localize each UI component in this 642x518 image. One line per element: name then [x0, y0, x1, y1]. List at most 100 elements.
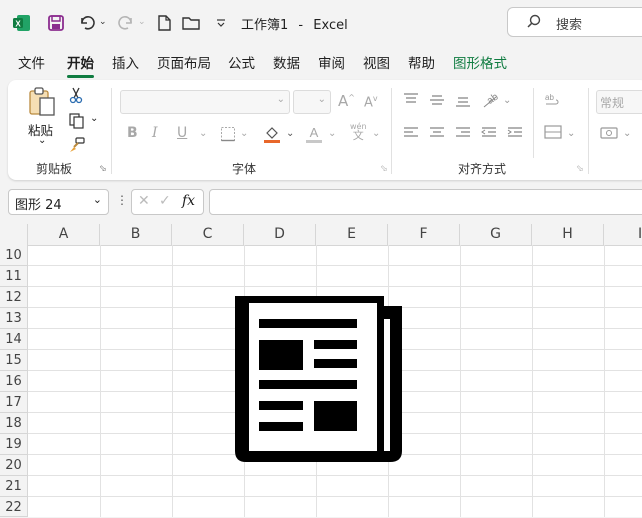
align-middle-icon[interactable]	[429, 94, 445, 112]
phonetic-dropdown-icon[interactable]: ⌄	[372, 128, 380, 139]
alignment-launcher-icon[interactable]: ⬂	[576, 164, 584, 174]
font-color-dropdown-icon[interactable]: ⌄	[328, 128, 336, 139]
open-folder-icon[interactable]	[180, 12, 202, 34]
paste-dropdown-icon[interactable]: ⌄	[38, 135, 46, 146]
row-header-20[interactable]: 20	[0, 455, 28, 476]
row-header-17[interactable]: 17	[0, 392, 28, 413]
menu-help[interactable]: 帮助	[408, 54, 435, 74]
column-header-i[interactable]: I	[604, 224, 642, 245]
row-header-21[interactable]: 21	[0, 476, 28, 497]
currency-dropdown-icon[interactable]: ⌄	[623, 128, 631, 139]
row-header-10[interactable]: 10	[0, 245, 28, 266]
bold-icon[interactable]: B	[127, 125, 138, 141]
row-header-13[interactable]: 13	[0, 308, 28, 329]
menu-view[interactable]: 视图	[363, 54, 390, 74]
decrease-indent-icon[interactable]	[481, 126, 497, 144]
align-top-icon[interactable]	[403, 92, 419, 110]
increase-indent-icon[interactable]	[507, 126, 523, 144]
redo-icon	[115, 12, 137, 34]
undo-icon[interactable]	[76, 12, 98, 34]
increase-font-icon[interactable]: A^	[338, 92, 355, 110]
customize-toolbar-icon[interactable]	[210, 12, 232, 34]
align-right-icon[interactable]	[455, 126, 471, 144]
cut-icon[interactable]	[68, 86, 84, 108]
italic-icon[interactable]: I	[152, 125, 158, 141]
row-header-18[interactable]: 18	[0, 413, 28, 434]
copy-dropdown-icon[interactable]: ⌄	[90, 113, 98, 124]
number-format-value: 常规	[600, 96, 625, 110]
decrease-font-icon[interactable]: Av	[364, 94, 378, 110]
search-box[interactable]: 搜索	[507, 7, 642, 37]
font-launcher-icon[interactable]: ⬂	[380, 164, 388, 174]
new-file-icon[interactable]	[153, 12, 175, 34]
chevron-down-icon: ⌄	[317, 94, 326, 105]
underline-dropdown-icon[interactable]: ⌄	[199, 128, 207, 139]
menu-insert[interactable]: 插入	[112, 54, 139, 74]
merge-dropdown-icon[interactable]: ⌄	[567, 128, 575, 139]
paste-icon[interactable]	[26, 86, 58, 122]
redo-dropdown-icon: ⌄	[138, 17, 146, 27]
menu-review[interactable]: 审阅	[318, 54, 345, 74]
column-header-h[interactable]: H	[532, 224, 604, 245]
fill-color-dropdown-icon[interactable]: ⌄	[286, 128, 294, 139]
orientation-dropdown-icon[interactable]: ⌄	[503, 95, 511, 106]
copy-icon[interactable]	[68, 111, 86, 133]
align-left-icon[interactable]	[403, 126, 419, 144]
enter-icon[interactable]: ✓	[159, 193, 171, 209]
column-header-b[interactable]: B	[100, 224, 172, 245]
border-dropdown-icon[interactable]: ⌄	[240, 128, 248, 139]
cancel-icon[interactable]: ✕	[138, 193, 150, 209]
format-painter-icon[interactable]	[68, 136, 86, 158]
formula-input[interactable]	[209, 189, 642, 215]
row-header-22[interactable]: 22	[0, 497, 28, 517]
insert-function-button[interactable]: fx	[182, 193, 195, 209]
font-color-icon[interactable]: A	[305, 124, 323, 148]
undo-dropdown-icon[interactable]: ⌄	[99, 17, 107, 27]
workbook-name: 工作簿1	[241, 18, 289, 33]
menu-page-layout[interactable]: 页面布局	[157, 54, 211, 74]
menu-file[interactable]: 文件	[18, 54, 45, 74]
newspaper-icon[interactable]	[232, 286, 412, 470]
column-header-g[interactable]: G	[460, 224, 532, 245]
window-title: 工作簿1 - Excel	[241, 14, 348, 33]
font-name-select[interactable]: ⌄	[120, 90, 290, 114]
svg-text:ab: ab	[545, 93, 554, 102]
font-size-select[interactable]: ⌄	[293, 90, 331, 114]
svg-text:X: X	[15, 20, 21, 29]
row-header-19[interactable]: 19	[0, 434, 28, 455]
clipboard-launcher-icon[interactable]: ⬂	[99, 164, 107, 174]
select-all-corner[interactable]	[0, 224, 28, 245]
column-header-c[interactable]: C	[172, 224, 244, 245]
row-header-16[interactable]: 16	[0, 371, 28, 392]
column-header-f[interactable]: F	[388, 224, 460, 245]
column-header-d[interactable]: D	[244, 224, 316, 245]
merge-center-icon[interactable]	[544, 124, 562, 144]
row-header-14[interactable]: 14	[0, 329, 28, 350]
wrap-text-icon[interactable]: ab	[544, 92, 562, 112]
name-box[interactable]: 图形 24 ⌄	[8, 189, 109, 215]
chevron-down-icon[interactable]: ⌄	[93, 193, 102, 206]
save-icon[interactable]	[45, 12, 67, 34]
menu-shape-format[interactable]: 图形格式	[453, 54, 507, 74]
column-header-a[interactable]: A	[28, 224, 100, 245]
menu-formulas[interactable]: 公式	[228, 54, 255, 74]
clipboard-group-label: 剪贴板	[36, 162, 73, 176]
fill-color-icon[interactable]	[263, 124, 281, 148]
row-header-11[interactable]: 11	[0, 266, 28, 287]
orientation-icon[interactable]: ab	[481, 91, 501, 112]
number-format-select[interactable]: 常规	[596, 90, 642, 114]
grid-line	[28, 496, 642, 497]
row-header-12[interactable]: 12	[0, 287, 28, 308]
column-header-e[interactable]: E	[316, 224, 388, 245]
align-bottom-icon[interactable]	[455, 96, 471, 114]
phonetic-guide-icon[interactable]: wén 文	[350, 122, 367, 141]
active-tab-indicator	[67, 75, 94, 78]
formula-bar-options-icon[interactable]: ⋮	[116, 193, 128, 207]
menu-home[interactable]: 开始	[67, 54, 94, 78]
currency-format-icon[interactable]	[600, 126, 620, 144]
row-header-15[interactable]: 15	[0, 350, 28, 371]
menu-data[interactable]: 数据	[273, 54, 300, 74]
border-icon[interactable]	[220, 126, 236, 146]
align-center-icon[interactable]	[429, 126, 445, 144]
underline-icon[interactable]: U	[177, 125, 187, 141]
